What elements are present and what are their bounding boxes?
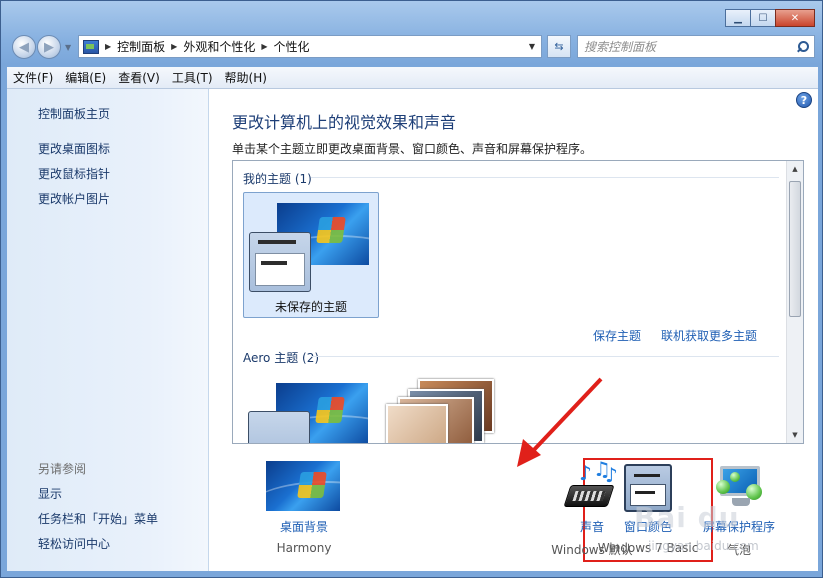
- tile-sounds[interactable]: ♪ ♫ ♪ 声音 Windows 默认: [527, 457, 657, 567]
- navigation-bar: ◀ ▶ ▼ ▶ 控制面板 ▶ 外观和个性化 ▶ 个性化 ▼ ⇆: [9, 33, 815, 61]
- page-description: 单击某个主题立即更改桌面背景、窗口颜色、声音和屏幕保护程序。: [232, 142, 593, 156]
- help-icon[interactable]: ?: [796, 92, 812, 108]
- save-theme-link[interactable]: 保存主题: [593, 327, 641, 344]
- scrollbar-thumb[interactable]: [789, 181, 801, 317]
- refresh-button[interactable]: ⇆: [547, 35, 571, 58]
- menu-tools[interactable]: 工具(T): [172, 69, 213, 86]
- menu-bar: 文件(F) 编辑(E) 查看(V) 工具(T) 帮助(H): [7, 67, 818, 89]
- breadcrumb-separator-icon[interactable]: ▶: [261, 42, 267, 51]
- theme-list: 我的主题 (1) 未保存的主题 保存主题 联机获取更多主题 Aero 主题 (2…: [232, 160, 804, 444]
- tile-label: 屏幕保护程序: [702, 520, 775, 534]
- sidebar-link-desktop-icons[interactable]: 更改桌面图标: [38, 140, 110, 157]
- menu-view[interactable]: 查看(V): [118, 69, 160, 86]
- theme-photo-thumbnail: [386, 404, 448, 443]
- tile-desktop-background[interactable]: 桌面背景 Harmony: [239, 461, 369, 567]
- see-also-heading: 另请参阅: [38, 462, 87, 476]
- theme-item-windows-7[interactable]: [243, 383, 379, 443]
- breadcrumb-control-panel[interactable]: 控制面板: [117, 38, 165, 55]
- scroll-down-icon[interactable]: ▼: [787, 427, 803, 443]
- search-input[interactable]: [584, 39, 784, 54]
- menu-edit[interactable]: 编辑(E): [65, 69, 106, 86]
- close-button[interactable]: ✕: [775, 9, 815, 27]
- group-divider: [311, 356, 779, 357]
- breadcrumb-separator-icon[interactable]: ▶: [105, 42, 111, 51]
- task-pane: 控制面板主页 更改桌面图标 更改鼠标指针 更改帐户图片 另请参阅 显示 任务栏和…: [7, 89, 209, 571]
- window-color-preview-icon: [249, 232, 311, 292]
- refresh-icon: ⇆: [554, 40, 564, 53]
- tile-value: Harmony: [276, 541, 332, 555]
- get-more-themes-link[interactable]: 联机获取更多主题: [661, 327, 757, 344]
- sidebar-link-display[interactable]: 显示: [38, 485, 62, 502]
- my-themes-group-label: 我的主题 (1): [243, 172, 312, 186]
- tile-label: 桌面背景: [279, 520, 328, 534]
- page-title: 更改计算机上的视觉效果和声音: [232, 113, 457, 132]
- screen-saver-icon: [716, 464, 766, 510]
- window-frame: ▁ ☐ ✕ ◀ ▶ ▼ ▶ 控制面板 ▶ 外观和个性化 ▶ 个性化 ▼ ⇆ 文件…: [0, 0, 823, 578]
- address-bar[interactable]: ▶ 控制面板 ▶ 外观和个性化 ▶ 个性化 ▼: [78, 35, 542, 58]
- content-area: 控制面板主页 更改桌面图标 更改鼠标指针 更改帐户图片 另请参阅 显示 任务栏和…: [7, 89, 818, 571]
- forward-button[interactable]: ▶: [37, 35, 61, 59]
- menu-file[interactable]: 文件(F): [13, 69, 53, 86]
- breadcrumb-separator-icon[interactable]: ▶: [171, 42, 177, 51]
- breadcrumb-personalization[interactable]: 个性化: [274, 38, 310, 55]
- search-icon[interactable]: [796, 40, 809, 53]
- recent-pages-dropdown-icon[interactable]: ▼: [65, 43, 71, 52]
- forward-arrow-icon: ▶: [44, 39, 54, 55]
- sidebar-link-control-panel-home[interactable]: 控制面板主页: [38, 105, 110, 122]
- scroll-up-icon[interactable]: ▲: [787, 161, 803, 177]
- theme-name-unsaved: 未保存的主题: [274, 300, 347, 314]
- sidebar-link-mouse-pointers[interactable]: 更改鼠标指针: [38, 165, 110, 182]
- main-panel: ? 更改计算机上的视觉效果和声音 单击某个主题立即更改桌面背景、窗口颜色、声音和…: [209, 89, 818, 571]
- address-dropdown-icon[interactable]: ▼: [529, 42, 535, 51]
- tile-value: Windows 默认: [551, 543, 633, 557]
- theme-list-scrollbar[interactable]: ▲ ▼: [786, 161, 803, 443]
- maximize-button[interactable]: ☐: [750, 9, 776, 27]
- sidebar-link-account-picture[interactable]: 更改帐户图片: [38, 190, 110, 207]
- search-box[interactable]: [577, 35, 815, 58]
- desktop-background-icon: [266, 461, 340, 511]
- theme-item-unsaved[interactable]: 未保存的主题: [243, 192, 379, 318]
- minimize-button[interactable]: ▁: [725, 9, 751, 27]
- aero-themes-group-label: Aero 主题 (2): [243, 351, 320, 365]
- breadcrumb-appearance[interactable]: 外观和个性化: [183, 38, 255, 55]
- sounds-icon: ♪ ♫ ♪: [563, 457, 621, 513]
- back-button[interactable]: ◀: [12, 35, 36, 59]
- tile-screen-saver[interactable]: 屏幕保护程序 气泡: [674, 461, 804, 567]
- tile-label: 声音: [579, 520, 604, 534]
- group-divider: [311, 177, 779, 178]
- title-bar-buttons: ▁ ☐ ✕: [725, 9, 815, 27]
- sidebar-link-taskbar-start-menu[interactable]: 任务栏和「开始」菜单: [38, 510, 158, 527]
- tile-value: 气泡: [726, 543, 751, 557]
- window-color-preview-icon: [248, 411, 310, 443]
- control-panel-icon: [83, 39, 99, 54]
- theme-item-landscapes[interactable]: [378, 379, 508, 443]
- back-arrow-icon: ◀: [19, 39, 29, 55]
- menu-help[interactable]: 帮助(H): [225, 69, 267, 86]
- sidebar-link-ease-of-access[interactable]: 轻松访问中心: [38, 535, 110, 552]
